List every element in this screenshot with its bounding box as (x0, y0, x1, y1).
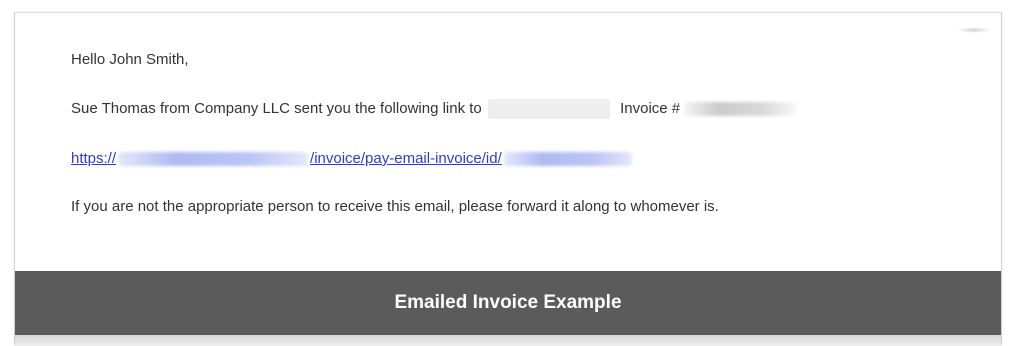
invoice-link[interactable]: https:// /invoice/pay-email-invoice/id/ (71, 150, 632, 167)
greeting-text: Hello John Smith, (71, 51, 189, 68)
notice-text: If you are not the appropriate person to… (71, 198, 719, 215)
bottom-strip (15, 335, 1001, 346)
invoice-label: Invoice # (620, 100, 681, 117)
caption-title: Emailed Invoice Example (394, 292, 622, 313)
link-line: https:// /invoice/pay-email-invoice/id/ (71, 149, 632, 169)
redacted-domain (118, 152, 309, 167)
sender-text: Sue Thomas from Company LLC sent you the… (71, 100, 482, 117)
sender-line: Sue Thomas from Company LLC sent you the… (71, 99, 797, 120)
link-prefix: https:// (71, 150, 117, 167)
link-path: /invoice/pay-email-invoice/id/ (310, 150, 502, 167)
caption-bar: Emailed Invoice Example (15, 271, 1001, 335)
redacted-invoice-id (503, 152, 632, 167)
redacted-recipient (487, 99, 610, 120)
redacted-invoice-number (684, 102, 797, 117)
email-preview-frame: Hello John Smith, Sue Thomas from Compan… (14, 12, 1002, 346)
corner-shadow (957, 27, 991, 33)
